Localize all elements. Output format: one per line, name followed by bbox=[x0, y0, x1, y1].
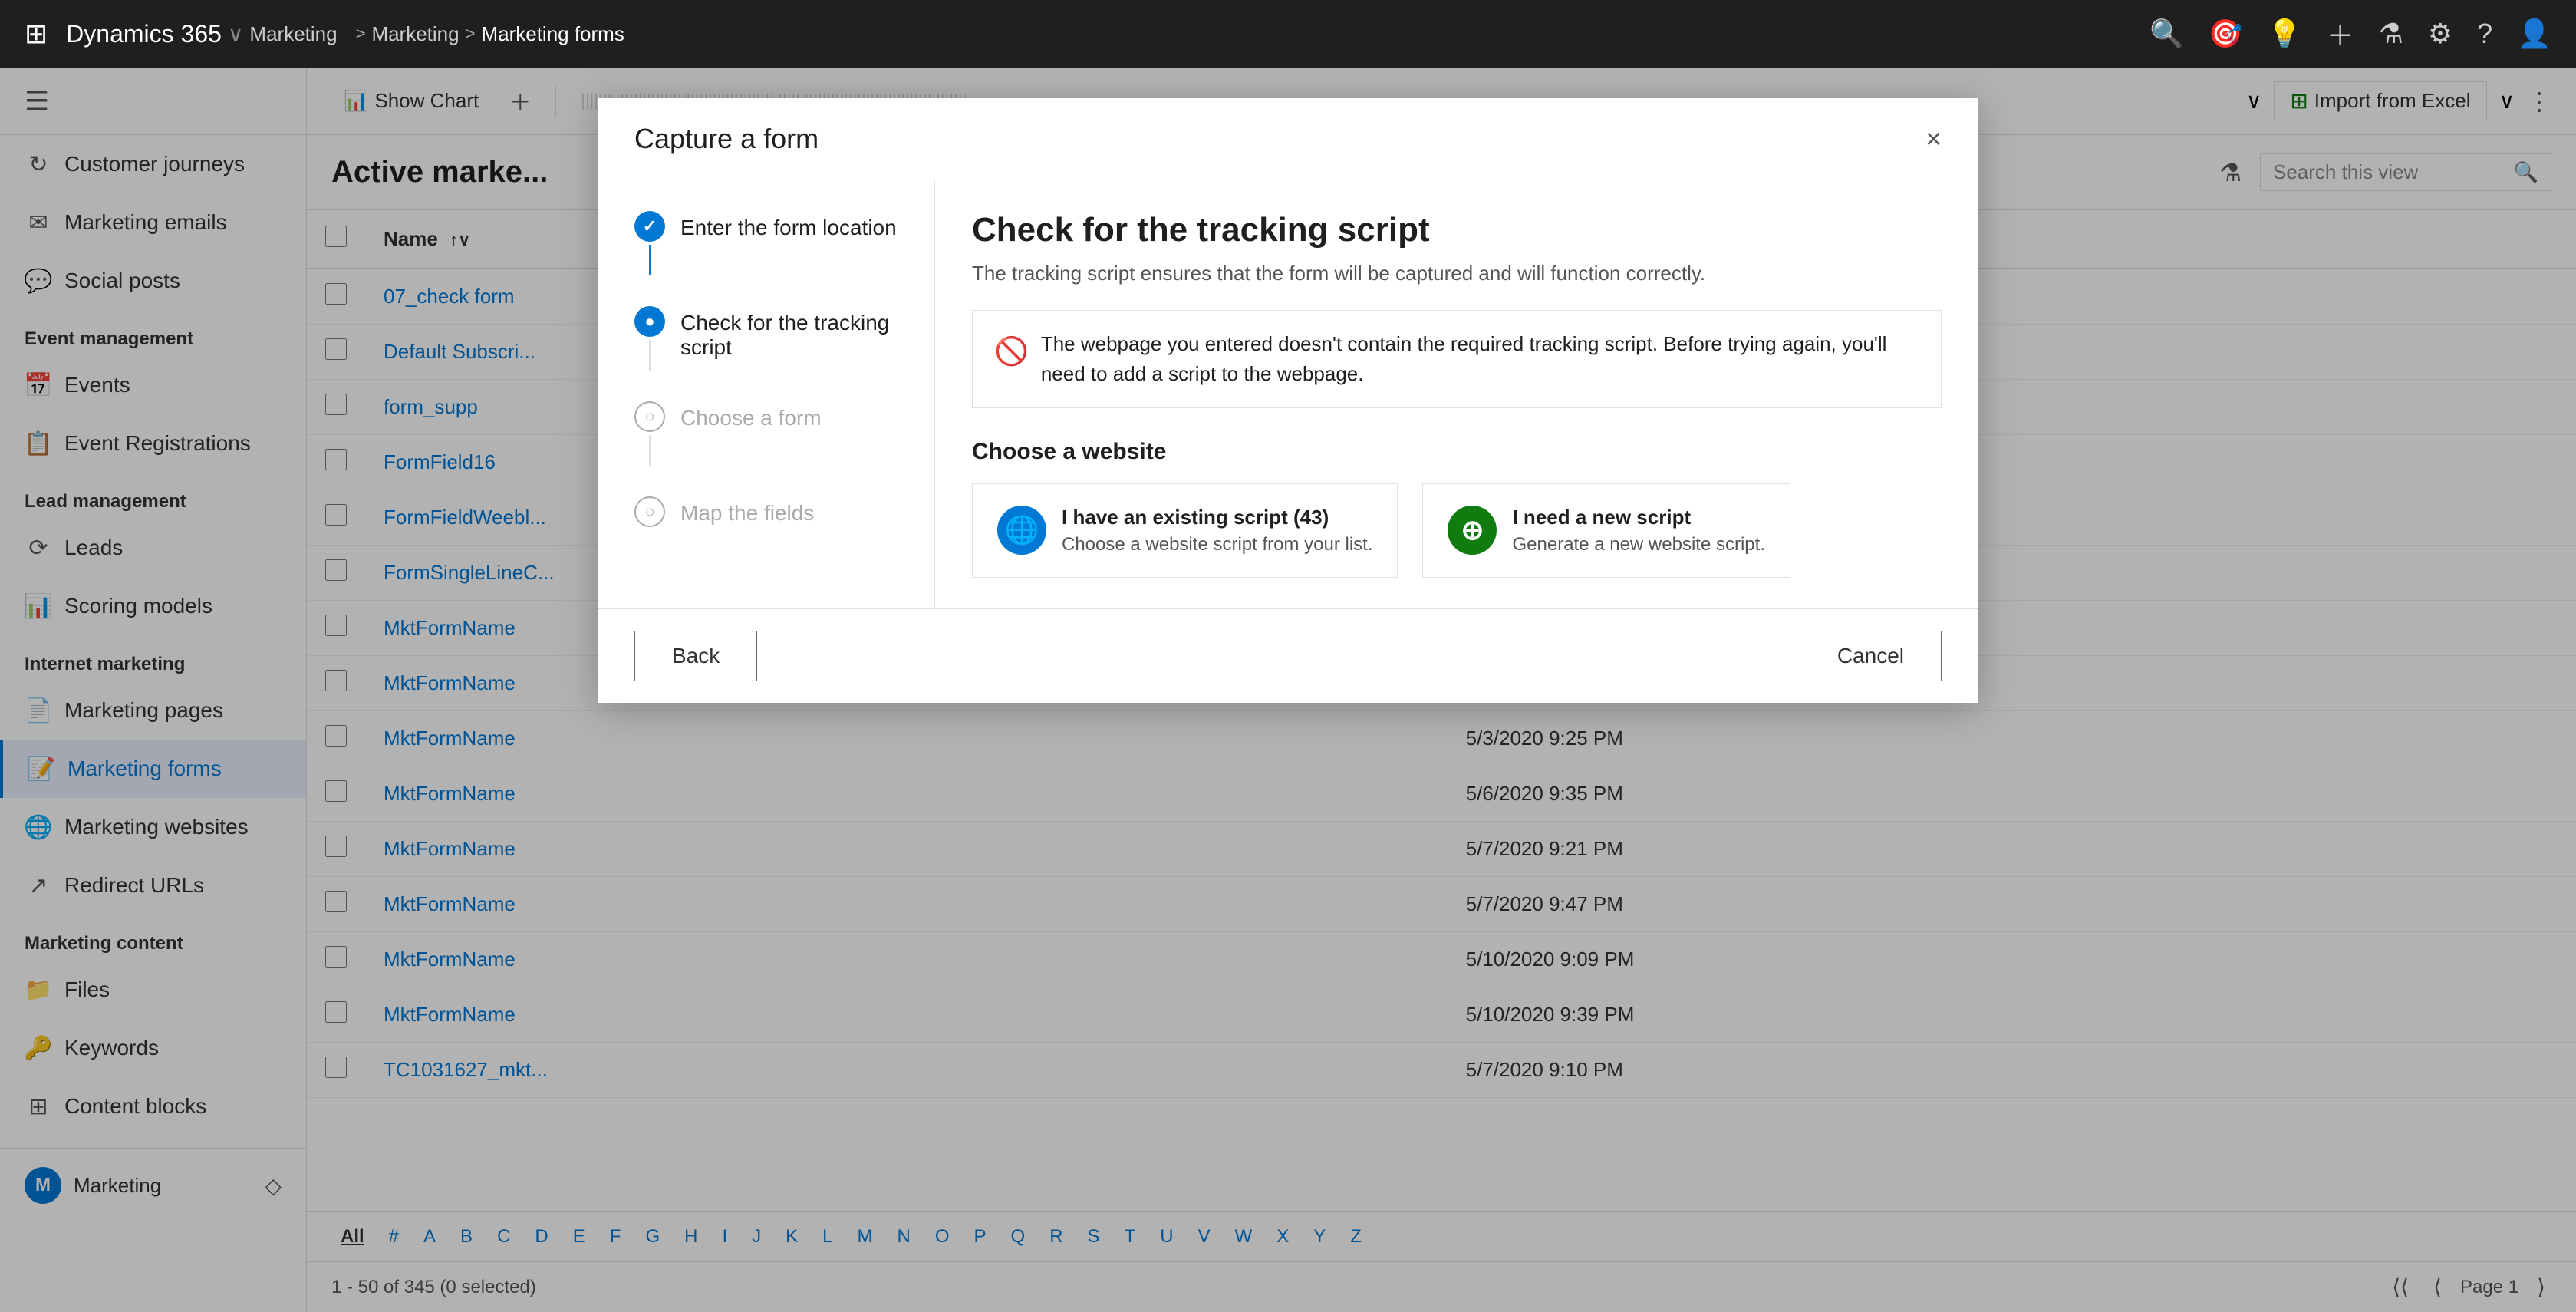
modal-content-panel: Check for the tracking script The tracki… bbox=[935, 180, 1978, 608]
modal-steps-panel: ✓ Enter the form location ● Check for th… bbox=[598, 180, 935, 608]
step-item-map-fields: ○ Map the fields bbox=[634, 496, 898, 527]
step-circle-3: ○ bbox=[634, 401, 665, 432]
grid-icon[interactable]: ⊞ bbox=[25, 18, 48, 50]
topbar-lightbulb-icon[interactable]: 💡 bbox=[2268, 18, 2302, 50]
modal-close-button[interactable]: × bbox=[1925, 123, 1942, 155]
modal-footer: Back Cancel bbox=[598, 608, 1978, 703]
website-options: 🌐 I have an existing script (43) Choose … bbox=[972, 483, 1942, 578]
error-message-text: The webpage you entered doesn't contain … bbox=[1041, 329, 1919, 389]
step-label-2: Check for the tracking script bbox=[680, 306, 898, 360]
cancel-button[interactable]: Cancel bbox=[1800, 631, 1942, 681]
modal-content-subtitle: The tracking script ensures that the for… bbox=[972, 262, 1942, 285]
topbar-actions: 🔍 🎯 💡 ＋ ⚗ ⚙ ? 👤 bbox=[2149, 14, 2551, 54]
choose-website-label: Choose a website bbox=[972, 439, 1942, 465]
globe-icon: 🌐 bbox=[1005, 514, 1039, 546]
step-item-enter-location: ✓ Enter the form location bbox=[634, 211, 898, 275]
modal-body: ✓ Enter the form location ● Check for th… bbox=[598, 180, 1978, 608]
breadcrumb: > Marketing > Marketing forms bbox=[356, 22, 624, 46]
back-button[interactable]: Back bbox=[634, 631, 757, 681]
new-script-text: I need a new script Generate a new websi… bbox=[1512, 506, 1765, 555]
topbar-user-icon[interactable]: 👤 bbox=[2517, 18, 2551, 50]
breadcrumb-current: Marketing forms bbox=[481, 22, 624, 46]
breadcrumb-parent[interactable]: Marketing bbox=[371, 22, 459, 46]
step-icon-col-3: ○ bbox=[634, 401, 665, 466]
step-item-choose-form: ○ Choose a form bbox=[634, 401, 898, 466]
brand-chevron-icon: ∨ bbox=[228, 21, 244, 47]
new-script-icon: ⊕ bbox=[1448, 506, 1497, 555]
existing-script-text: I have an existing script (43) Choose a … bbox=[1062, 506, 1372, 555]
plus-circle-icon: ⊕ bbox=[1461, 514, 1484, 546]
existing-script-title: I have an existing script (43) bbox=[1062, 506, 1372, 529]
topbar-plus-icon[interactable]: ＋ bbox=[2327, 14, 2354, 54]
topbar-filter-icon[interactable]: ⚗ bbox=[2379, 18, 2403, 50]
capture-form-modal: Capture a form × ✓ Enter the form locati… bbox=[598, 98, 1978, 703]
step-line-2 bbox=[649, 340, 651, 371]
step-line-3 bbox=[649, 435, 651, 466]
topbar-settings-icon[interactable]: ⚙ bbox=[2428, 18, 2452, 50]
brand-label: Dynamics 365 bbox=[66, 20, 222, 48]
topbar-help-icon[interactable]: ? bbox=[2477, 18, 2492, 50]
error-icon: 🚫 bbox=[994, 331, 1029, 372]
step-icon-col-4: ○ bbox=[634, 496, 665, 527]
new-script-subtitle: Generate a new website script. bbox=[1512, 534, 1765, 555]
topbar-target-icon[interactable]: 🎯 bbox=[2209, 18, 2243, 50]
new-script-option[interactable]: ⊕ I need a new script Generate a new web… bbox=[1422, 483, 1790, 578]
breadcrumb-sep2: > bbox=[466, 24, 476, 44]
step-circle-1: ✓ bbox=[634, 211, 665, 242]
step-circle-4: ○ bbox=[634, 496, 665, 527]
modal-title: Capture a form bbox=[634, 123, 819, 155]
step-icon-col-1: ✓ bbox=[634, 211, 665, 275]
step-label-1: Enter the form location bbox=[680, 211, 897, 240]
error-message-box: 🚫 The webpage you entered doesn't contai… bbox=[972, 310, 1942, 408]
topbar-search-icon[interactable]: 🔍 bbox=[2149, 18, 2184, 50]
step-label-4: Map the fields bbox=[680, 496, 814, 526]
modal-overlay: Capture a form × ✓ Enter the form locati… bbox=[0, 68, 2576, 1312]
topbar-brand: Dynamics 365 ∨ Marketing bbox=[66, 20, 337, 48]
new-script-title: I need a new script bbox=[1512, 506, 1765, 529]
module-label: Marketing bbox=[249, 22, 337, 46]
step-icon-col-2: ● bbox=[634, 306, 665, 371]
step-line-1 bbox=[649, 245, 651, 275]
topbar: ⊞ Dynamics 365 ∨ Marketing > Marketing >… bbox=[0, 0, 2576, 68]
step-item-check-tracking: ● Check for the tracking script bbox=[634, 306, 898, 371]
existing-script-option[interactable]: 🌐 I have an existing script (43) Choose … bbox=[972, 483, 1398, 578]
step-label-3: Choose a form bbox=[680, 401, 822, 430]
step-circle-2: ● bbox=[634, 306, 665, 337]
modal-content-title: Check for the tracking script bbox=[972, 211, 1942, 249]
existing-script-subtitle: Choose a website script from your list. bbox=[1062, 534, 1372, 555]
existing-script-icon: 🌐 bbox=[997, 506, 1046, 555]
modal-header: Capture a form × bbox=[598, 98, 1978, 180]
breadcrumb-sep: > bbox=[356, 24, 366, 44]
